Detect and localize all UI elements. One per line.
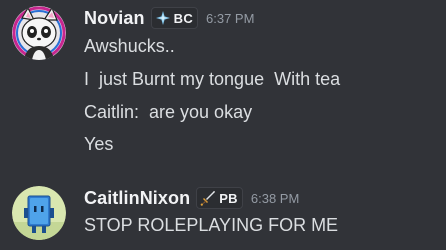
message-line: I just Burnt my tongue With tea [84,69,341,89]
timestamp: 6:37 PM [206,10,255,26]
avatar-caitlinnixon[interactable] [12,186,66,240]
message-line: STOP ROLEPLAYING FOR ME [84,215,339,235]
blue-robot-avatar-icon [12,186,66,240]
message-line: Awshucks.. [84,36,175,56]
server-tag-text: PB [219,190,238,206]
avatar-novian[interactable] [12,6,66,60]
sword-icon [200,191,216,206]
chat-log: Novian BC 6:37 PM Awshucks.. I just Burn… [0,0,446,250]
username[interactable]: CaitlinNixon [84,188,190,209]
username[interactable]: Novian [84,8,145,29]
server-tag-text: BC [173,10,194,26]
sparkle-icon [155,11,170,25]
server-tag[interactable]: BC [150,7,199,29]
server-tag[interactable]: PB [196,187,243,209]
message-header: Novian BC 6:37 PM [84,6,254,30]
message-line: Caitlin: are you okay [84,102,253,122]
panda-cat-avatar-icon [12,6,66,60]
timestamp: 6:38 PM [250,190,300,206]
message-line: Yes [84,134,114,154]
message-header: CaitlinNixon PB 6:38 PM [84,186,299,210]
